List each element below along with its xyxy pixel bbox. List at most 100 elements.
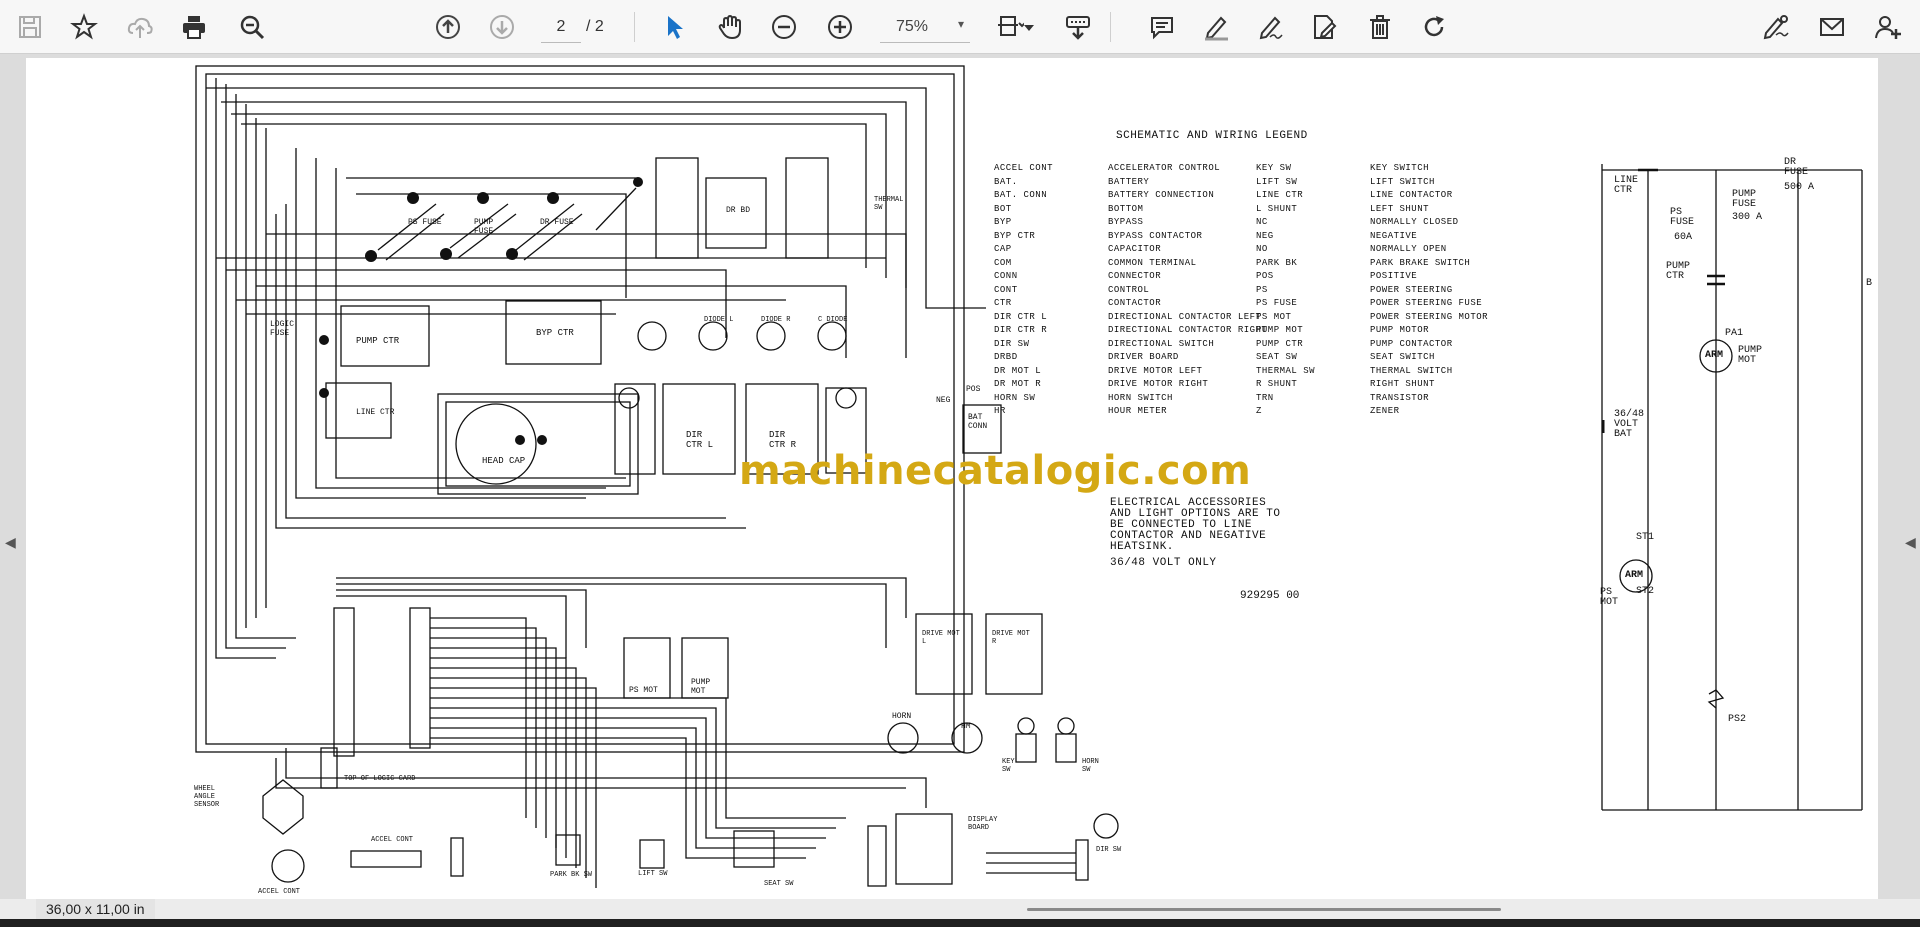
label-dir-sw: DIR SW — [1096, 846, 1122, 854]
legend-desc-item: POWER STEERING — [1370, 284, 1453, 295]
comment-icon[interactable] — [1146, 11, 1178, 43]
label-display-board: DISPLAY BOARD — [968, 816, 998, 832]
legend-abbrev-item: SEAT SW — [1256, 352, 1298, 362]
left-panel-toggle-icon[interactable]: ◀ — [5, 534, 16, 551]
label-ps-fuse: PS FUSE — [408, 218, 442, 227]
legend-abbrev-item: PS FUSE — [1256, 298, 1298, 308]
sch-pa1: PA1 — [1725, 328, 1744, 339]
page-number-input[interactable]: 2 — [541, 12, 581, 43]
legend-abbrev-item: BYP CTR — [994, 230, 1036, 241]
label-byp-ctr: BYP CTR — [536, 328, 574, 338]
legend-desc-item: BATTERY — [1108, 176, 1150, 187]
legend-abbrev-item: DR MOT L — [994, 365, 1042, 376]
next-page-icon[interactable] — [486, 11, 518, 43]
document-viewport[interactable]: ◀ ◀ LOGIC FUSE PUMP CTR BYP CTR LINE CTR… — [0, 54, 1920, 901]
legend-abbrev-item: THERMAL SW — [1256, 365, 1316, 376]
part-number: 929295 00 — [1240, 590, 1300, 602]
legend-desc-item: COMMON TERMINAL — [1108, 257, 1197, 268]
label-pump-ctr: PUMP CTR — [356, 336, 400, 346]
delete-trash-icon[interactable] — [1364, 11, 1396, 43]
horizontal-scrollbar[interactable] — [1027, 908, 1501, 911]
sch-ps-fuse-val: 60A — [1674, 232, 1693, 243]
sch-arm-2: ARM — [1625, 570, 1644, 581]
pdf-page: LOGIC FUSE PUMP CTR BYP CTR LINE CTR HEA… — [26, 58, 1878, 901]
legend-desc-item: RIGHT SHUNT — [1370, 379, 1435, 389]
legend-abbrev-item: PUMP MOT — [1256, 325, 1304, 335]
sch-pump-fuse: PUMP FUSE — [1732, 189, 1757, 210]
save-icon[interactable] — [14, 11, 46, 43]
sch-dr-fuse: DR FUSE — [1784, 157, 1809, 178]
label-horn-sw: HORN SW — [1082, 758, 1099, 774]
fill-sign-icon[interactable] — [1760, 11, 1792, 43]
label-dir-ctr-l: DIR CTR L — [686, 430, 714, 450]
legend-column-desc-2: KEY SWITCH LIFT SWITCH LINE CONTACTOR LEFT … — [1370, 162, 1488, 419]
legend-abbrev-item: LIFT SW — [1256, 176, 1298, 187]
label-accel-cont: ACCEL CONT — [371, 836, 414, 844]
pdf-toolbar: 2 / 2 75% ▾ — [0, 0, 1920, 54]
sch-st2: ST2 — [1636, 586, 1655, 597]
right-panel-toggle-icon[interactable]: ◀ — [1905, 534, 1916, 551]
legend-abbrev-item: BAT. CONN — [994, 190, 1048, 200]
print-icon[interactable] — [178, 11, 210, 43]
legend-abbrev-item: DIR CTR R — [994, 325, 1048, 335]
legend-desc-item: DRIVER BOARD — [1108, 352, 1179, 362]
volt-note: 36/48 VOLT ONLY — [1110, 557, 1217, 569]
cloud-upload-icon[interactable] — [124, 11, 156, 43]
legend-desc-item: PUMP CONTACTOR — [1370, 338, 1453, 349]
legend-abbrev-item: DRBD — [994, 352, 1018, 362]
mail-icon[interactable] — [1816, 11, 1848, 43]
legend-abbrev-item: DIR CTR L — [994, 311, 1048, 322]
toolbar-divider — [1110, 12, 1111, 42]
legend-desc-item: PARK BRAKE SWITCH — [1370, 257, 1471, 268]
label-dr-fuse: DR FUSE — [540, 218, 574, 227]
legend-desc-item: LEFT SHUNT — [1370, 203, 1430, 214]
star-icon[interactable] — [68, 11, 100, 43]
legend-column-abbrev-2: KEY SW LIFT SW LINE CTR L SHUNT NC NEG NO PARK … — [1256, 162, 1315, 419]
zoom-select[interactable]: 75% ▾ — [880, 12, 970, 43]
zoom-out-icon[interactable] — [768, 11, 800, 43]
legend-desc-item: THERMAL SWITCH — [1370, 365, 1453, 376]
legend-desc-item: DIRECTIONAL SWITCH — [1108, 338, 1215, 349]
chevron-down-icon[interactable] — [1020, 11, 1038, 43]
highlight-pen-icon[interactable] — [1200, 11, 1232, 43]
legend-desc-item: ZENER — [1370, 406, 1400, 416]
zoom-in-icon[interactable] — [824, 11, 856, 43]
legend-abbrev-item: TRN — [1256, 392, 1274, 403]
legend-abbrev-item: PS MOT — [1256, 311, 1292, 322]
legend-abbrev-item: R SHUNT — [1256, 379, 1298, 389]
select-cursor-icon[interactable] — [658, 11, 690, 43]
label-drbd: DR BD — [726, 206, 751, 215]
previous-page-icon[interactable] — [432, 11, 464, 43]
keyboard-download-icon[interactable] — [1062, 11, 1094, 43]
legend-abbrev-item: PS — [1256, 284, 1268, 295]
legend-desc-item: BYPASS CONTACTOR — [1108, 230, 1203, 241]
draw-signature-icon[interactable] — [1254, 11, 1286, 43]
legend-abbrev-item: ACCEL CONT — [994, 163, 1054, 173]
sch-st1: ST1 — [1636, 532, 1655, 543]
legend-desc-item: DRIVE MOTOR LEFT — [1108, 365, 1203, 376]
chevron-down-icon: ▾ — [957, 17, 964, 31]
sch-ps-mot: PS MOT — [1600, 587, 1619, 608]
legend-desc-item: BATTERY CONNECTION — [1108, 190, 1215, 200]
legend-abbrev-item: KEY SW — [1256, 163, 1292, 173]
label-pump-fuse: PUMP FUSE — [474, 218, 494, 236]
legend-column-desc-1: ACCELERATOR CONTROL BATTERY BATTERY CONNEC… — [1108, 162, 1267, 419]
label-lift-sw: LIFT SW — [638, 870, 668, 878]
hand-tool-icon[interactable] — [714, 11, 746, 43]
rotate-icon[interactable] — [1418, 11, 1450, 43]
label-ps-mot: PS MOT — [629, 686, 658, 695]
edit-document-icon[interactable] — [1308, 11, 1340, 43]
zoom-out-search-icon[interactable] — [236, 11, 268, 43]
label-horn: HORN — [892, 712, 912, 721]
legend-desc-item: POWER STEERING FUSE — [1370, 298, 1483, 308]
legend-abbrev-item: POS — [1256, 271, 1274, 281]
legend-desc-item: BOTTOM — [1108, 203, 1144, 214]
label-drive-mot-r: DRIVE MOT R — [992, 630, 1030, 646]
label-c-diode: C DIODE — [818, 316, 848, 324]
watermark-text: machinecatalogic.com — [739, 448, 1252, 494]
legend-desc-item: TRANSISTOR — [1370, 392, 1430, 403]
sch-ps-fuse: PS FUSE — [1670, 207, 1695, 228]
user-add-icon[interactable] — [1872, 11, 1904, 43]
legend-desc-item: DRIVE MOTOR RIGHT — [1108, 379, 1209, 389]
label-park-bk-sw: PARK BK SW — [550, 871, 593, 879]
